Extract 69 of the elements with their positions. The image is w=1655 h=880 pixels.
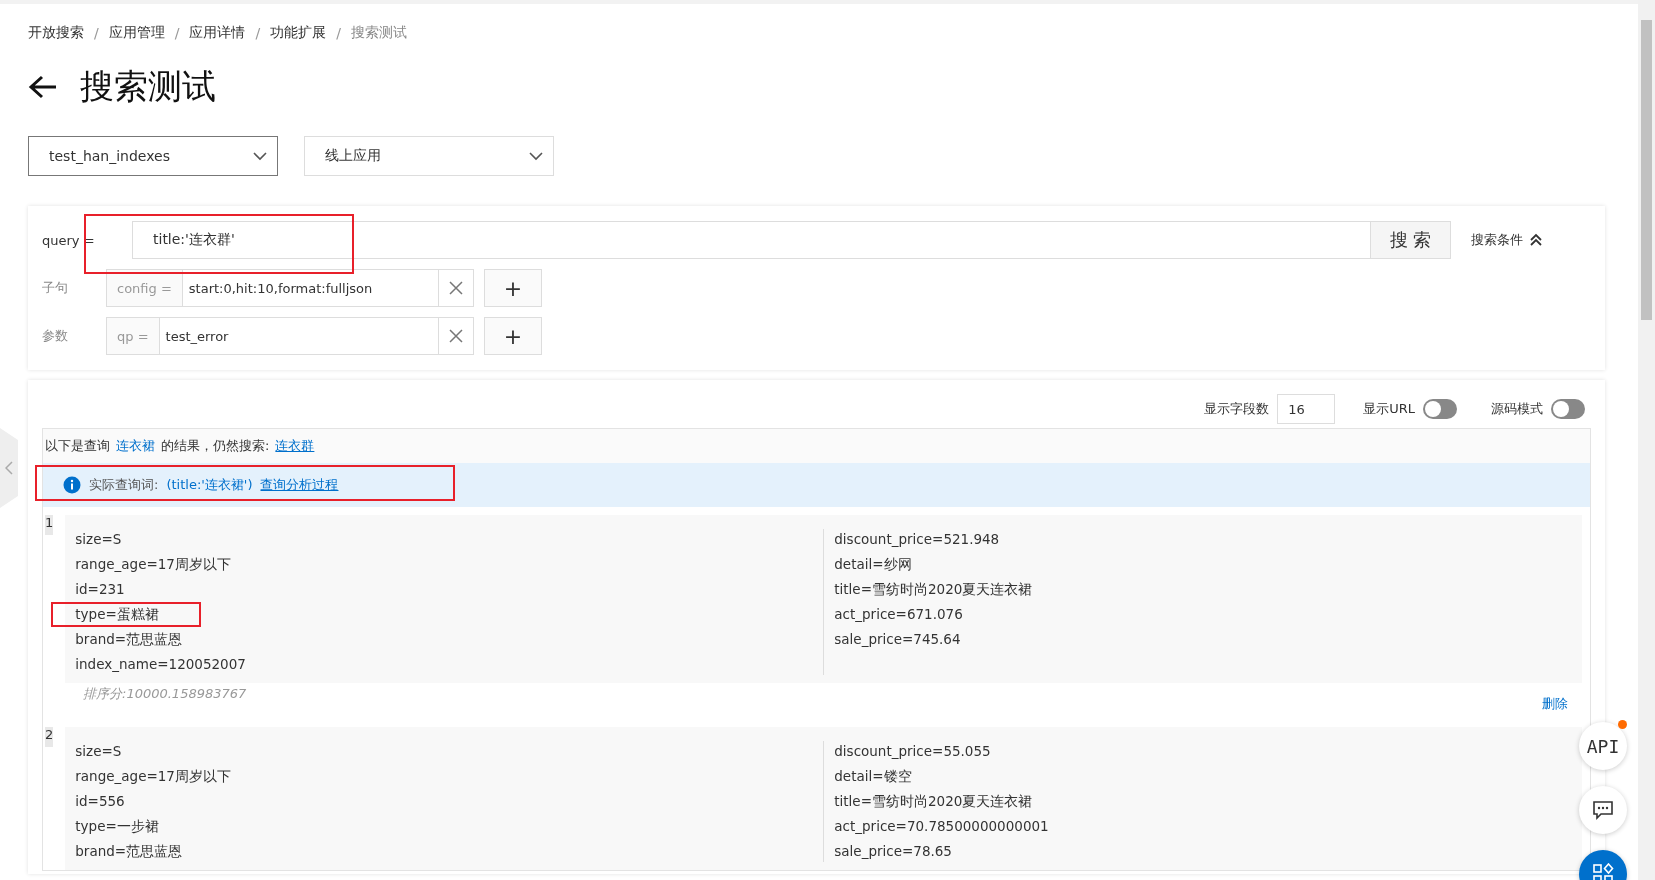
breadcrumb-separator: /	[94, 25, 99, 41]
result-field: sale_price=78.65	[834, 841, 952, 862]
api-float-button[interactable]: API	[1579, 722, 1627, 770]
back-arrow-icon[interactable]	[28, 74, 58, 100]
correction-text: 以下是查询	[45, 437, 110, 455]
field-count-input[interactable]: 16	[1277, 394, 1336, 424]
result-field: act_price=70.78500000000001	[834, 816, 1049, 837]
toggle-switch[interactable]	[1551, 399, 1585, 419]
result-field: size=S	[75, 741, 122, 762]
add-button[interactable]: +	[484, 317, 542, 355]
result-field: type=蛋糕裙	[53, 604, 199, 625]
result-field: range_age=17周岁以下	[75, 766, 231, 787]
breadcrumb-separator: /	[336, 25, 341, 41]
query-input[interactable]: title:'连衣群'	[132, 221, 1371, 259]
breadcrumb-link[interactable]: 开放搜索	[28, 24, 84, 42]
result-field: size=S	[75, 529, 122, 550]
chat-float-button[interactable]	[1579, 786, 1627, 834]
result-field: id=231	[75, 579, 125, 600]
breadcrumb-separator: /	[174, 25, 180, 41]
breadcrumb-link[interactable]: 搜索测试	[350, 24, 407, 42]
clear-icon[interactable]	[449, 281, 463, 295]
result-field: range_age=17周岁以下	[75, 554, 231, 575]
chat-icon	[1592, 800, 1614, 820]
select-dropdown[interactable]: test_han_indexes	[28, 136, 278, 176]
result-index: 2	[45, 727, 54, 747]
breadcrumb-separator: /	[255, 25, 261, 41]
breadcrumb-link[interactable]: 应用管理	[108, 24, 165, 42]
breadcrumb-link[interactable]: 功能扩展	[270, 24, 327, 42]
result-field: brand=范思蓝恩	[75, 629, 183, 650]
clear-icon[interactable]	[449, 329, 463, 343]
result-field: sale_price=745.64	[834, 629, 961, 650]
actual-query: (title:'连衣裙')	[166, 476, 253, 494]
result-field: id=556	[75, 791, 125, 812]
page-title: 搜索测试	[80, 65, 216, 108]
clause-label: 子句	[42, 279, 69, 297]
notice-label: 实际查询词:	[89, 476, 159, 494]
result-field: type=一步裙	[75, 816, 159, 837]
result-field: act_price=671.076	[834, 604, 963, 625]
result-field: discount_price=521.948	[834, 529, 1000, 550]
result-field: index_name=120052007	[75, 654, 246, 675]
search-conditions-toggle[interactable]: 搜索条件	[1471, 231, 1591, 249]
result-field: brand=范思蓝恩	[75, 841, 183, 862]
correction-text: 的结果，仍然搜索:	[161, 437, 270, 455]
result-field: title=雪纺时尚2020夏天连衣裙	[834, 791, 1033, 812]
info-icon	[63, 476, 81, 494]
result-field: discount_price=55.055	[834, 741, 991, 762]
notification-dot	[1618, 720, 1627, 729]
result-field: detail=纱网	[834, 554, 912, 575]
add-button[interactable]: +	[484, 269, 542, 307]
clause-input[interactable]: config = start:0,hit:10,format:fulljson	[106, 269, 474, 307]
score-text: 排序分:10000.158983767	[83, 685, 247, 703]
breadcrumb-link[interactable]: 应用详情	[189, 24, 246, 42]
toggle-label: 源码模式	[1491, 400, 1543, 418]
field-count-label: 显示字段数	[1204, 400, 1270, 418]
chevron-left-icon	[5, 461, 13, 475]
clause-label: 参数	[42, 327, 69, 345]
toggle-switch[interactable]	[1423, 399, 1457, 419]
select-dropdown[interactable]: 线上应用	[304, 136, 554, 176]
delete-link[interactable]: 删除	[1542, 695, 1568, 713]
analysis-link[interactable]: 查询分析过程	[260, 476, 339, 494]
grid-icon	[1592, 863, 1614, 880]
clause-input[interactable]: qp = test_error	[106, 317, 474, 355]
corrected-query: 连衣裙	[116, 437, 155, 455]
result-index: 1	[45, 515, 54, 535]
search-button[interactable]: 搜 索	[1371, 221, 1451, 259]
original-query-link[interactable]: 连衣群	[275, 437, 315, 455]
toggle-label: 显示URL	[1363, 400, 1415, 418]
result-field: title=雪纺时尚2020夏天连衣裙	[834, 579, 1033, 600]
result-field: detail=镂空	[834, 766, 912, 787]
